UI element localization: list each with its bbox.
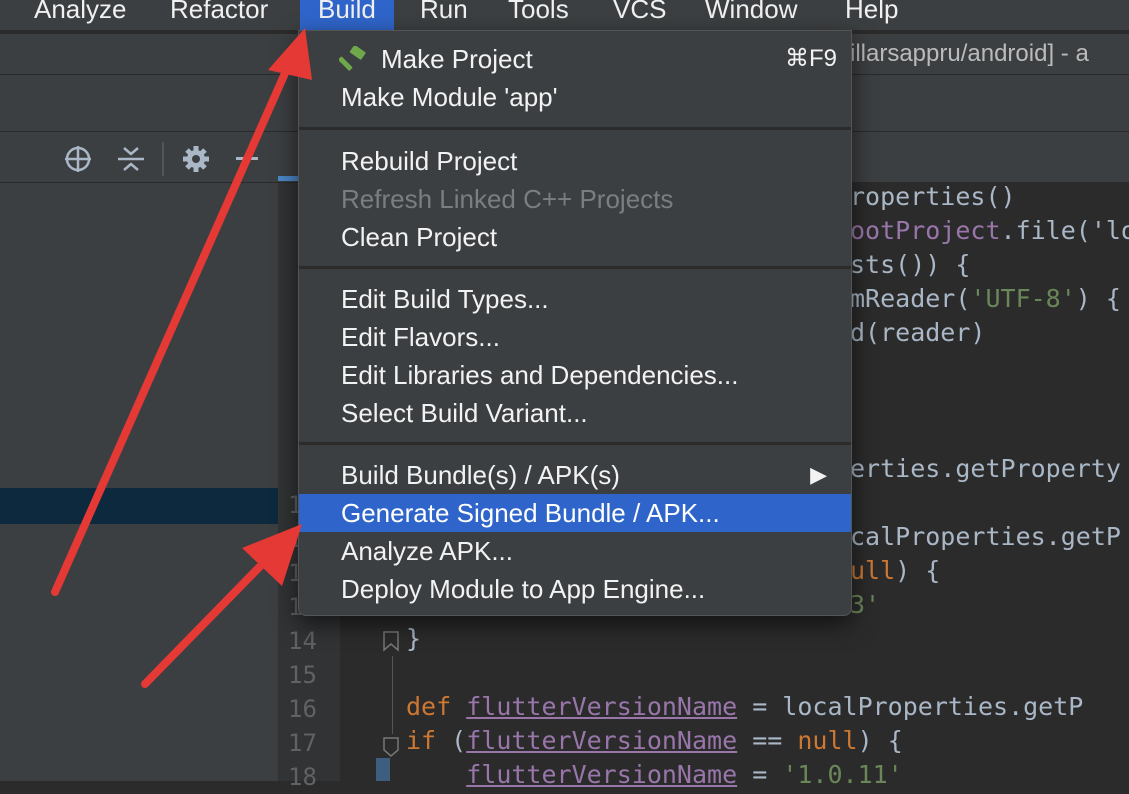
code-token: ( xyxy=(451,726,467,755)
menu-item-label: Edit Build Types... xyxy=(341,284,549,314)
menu-item-label: Deploy Module to App Engine... xyxy=(341,574,706,604)
menu-item-edit-libraries[interactable]: Edit Libraries and Dependencies... xyxy=(299,356,851,394)
code-token: 'UTF-8' xyxy=(970,284,1076,313)
menu-item-label: Refresh Linked C++ Projects xyxy=(341,184,674,214)
code-line: mReader('UTF-8') { xyxy=(850,282,1121,316)
code-line: ull) { xyxy=(850,554,940,588)
line-number: 18 xyxy=(288,763,317,791)
menu-item-build-bundle[interactable]: Build Bundle(s) / APK(s) ▶ xyxy=(299,456,851,494)
active-tab-indicator xyxy=(278,176,298,181)
collapse-icon[interactable] xyxy=(116,143,146,175)
fold-icon[interactable] xyxy=(382,628,400,654)
menu-item-edit-flavors[interactable]: Edit Flavors... xyxy=(299,318,851,356)
build-menu-dropdown: Make Project ⌘F9 Make Module 'app' Rebui… xyxy=(298,30,852,616)
code-line: roperties() xyxy=(850,182,1016,211)
menu-refactor[interactable]: Refactor xyxy=(170,0,268,30)
code-token: ) { xyxy=(857,726,903,755)
code-line: calProperties.getP xyxy=(850,522,1121,551)
code-token: ootProject xyxy=(850,216,1001,245)
menu-tools[interactable]: Tools xyxy=(508,0,569,30)
toolbar-divider xyxy=(162,142,164,176)
shortcut-label: ⌘F9 xyxy=(784,45,837,72)
menu-item-label: Clean Project xyxy=(341,222,498,252)
menu-separator xyxy=(299,127,851,130)
line-number: 15 xyxy=(288,661,317,689)
project-tree-selected-row[interactable] xyxy=(0,488,278,524)
menu-item-label: Analyze APK... xyxy=(341,536,513,566)
breakpoint-marker xyxy=(376,758,390,781)
code-line: if (flutterVersionName == null) { xyxy=(406,724,903,758)
code-token: == xyxy=(737,726,798,755)
code-token: .file('lo xyxy=(1000,216,1129,245)
menu-item-clean-project[interactable]: Clean Project xyxy=(299,218,851,256)
menu-analyze[interactable]: Analyze xyxy=(34,0,127,30)
menu-separator xyxy=(299,266,851,269)
code-line: sts()) { xyxy=(850,250,971,279)
line-number: 16 xyxy=(288,695,317,723)
window-title: illarsappru/android] - a xyxy=(850,40,1089,67)
menu-item-analyze-apk[interactable]: Analyze APK... xyxy=(299,532,851,570)
code-line: ootProject.file('lo xyxy=(850,214,1129,248)
code-line: flutterVersionName = '1.0.11' xyxy=(406,758,903,792)
code-line: } xyxy=(406,624,422,653)
hammer-icon xyxy=(339,46,366,71)
project-panel xyxy=(0,183,278,781)
menu-item-label: Generate Signed Bundle / APK... xyxy=(341,498,720,528)
menu-vcs[interactable]: VCS xyxy=(613,0,666,30)
menu-item-make-module[interactable]: Make Module 'app' xyxy=(299,78,851,116)
menu-item-make-project[interactable]: Make Project ⌘F9 xyxy=(299,40,851,78)
menu-item-deploy-module[interactable]: Deploy Module to App Engine... xyxy=(299,570,851,608)
menu-item-generate-signed-apk[interactable]: Generate Signed Bundle / APK... xyxy=(299,494,851,532)
fold-guide xyxy=(392,656,393,734)
locate-icon[interactable] xyxy=(62,143,94,175)
code-line: 3' xyxy=(850,590,881,619)
menu-bar: Analyze Refactor Build Run Tools VCS Win… xyxy=(0,0,1129,30)
menu-item-label: Edit Libraries and Dependencies... xyxy=(341,360,739,390)
menu-item-label: Make Module 'app' xyxy=(341,82,558,112)
code-token: flutterVersionName xyxy=(466,760,738,789)
fold-icon[interactable] xyxy=(382,734,400,760)
code-token: if xyxy=(406,726,452,755)
menu-run[interactable]: Run xyxy=(420,0,468,30)
menu-item-label: Rebuild Project xyxy=(341,146,518,176)
menu-item-label: Make Project xyxy=(381,44,533,74)
code-token: ) { xyxy=(895,556,941,585)
line-number: 17 xyxy=(288,729,317,757)
menu-item-select-build-variant[interactable]: Select Build Variant... xyxy=(299,394,851,432)
code-token: null xyxy=(797,726,858,755)
submenu-arrow-icon: ▶ xyxy=(810,462,827,487)
code-line: erties.getProperty xyxy=(850,454,1121,483)
menu-item-rebuild-project[interactable]: Rebuild Project xyxy=(299,142,851,180)
code-token: def xyxy=(406,692,467,721)
menu-item-label: Select Build Variant... xyxy=(341,398,588,428)
menu-item-label: Edit Flavors... xyxy=(341,322,500,352)
code-token: ull xyxy=(850,556,896,585)
line-number: 14 xyxy=(288,627,317,655)
menu-item-refresh-cpp: Refresh Linked C++ Projects xyxy=(299,180,851,218)
menu-help[interactable]: Help xyxy=(845,0,898,30)
menu-build[interactable]: Build xyxy=(300,0,394,30)
code-token: '1.0.11' xyxy=(782,760,903,789)
menu-item-label: Build Bundle(s) / APK(s) xyxy=(341,460,620,490)
code-token: ) { xyxy=(1075,284,1121,313)
hide-icon[interactable] xyxy=(236,157,258,160)
menu-window[interactable]: Window xyxy=(705,0,797,30)
menu-separator xyxy=(299,442,851,445)
code-line: def flutterVersionName = localProperties… xyxy=(406,690,1083,724)
code-token: flutterVersionName xyxy=(466,726,738,755)
code-token: flutterVersionName xyxy=(466,692,738,721)
code-token: = localProperties.getP xyxy=(737,692,1084,721)
code-token: = xyxy=(737,760,783,789)
code-line: d(reader) xyxy=(850,318,986,347)
menu-item-edit-build-types[interactable]: Edit Build Types... xyxy=(299,280,851,318)
code-token: mReader( xyxy=(850,284,971,313)
gear-icon[interactable] xyxy=(180,143,212,175)
